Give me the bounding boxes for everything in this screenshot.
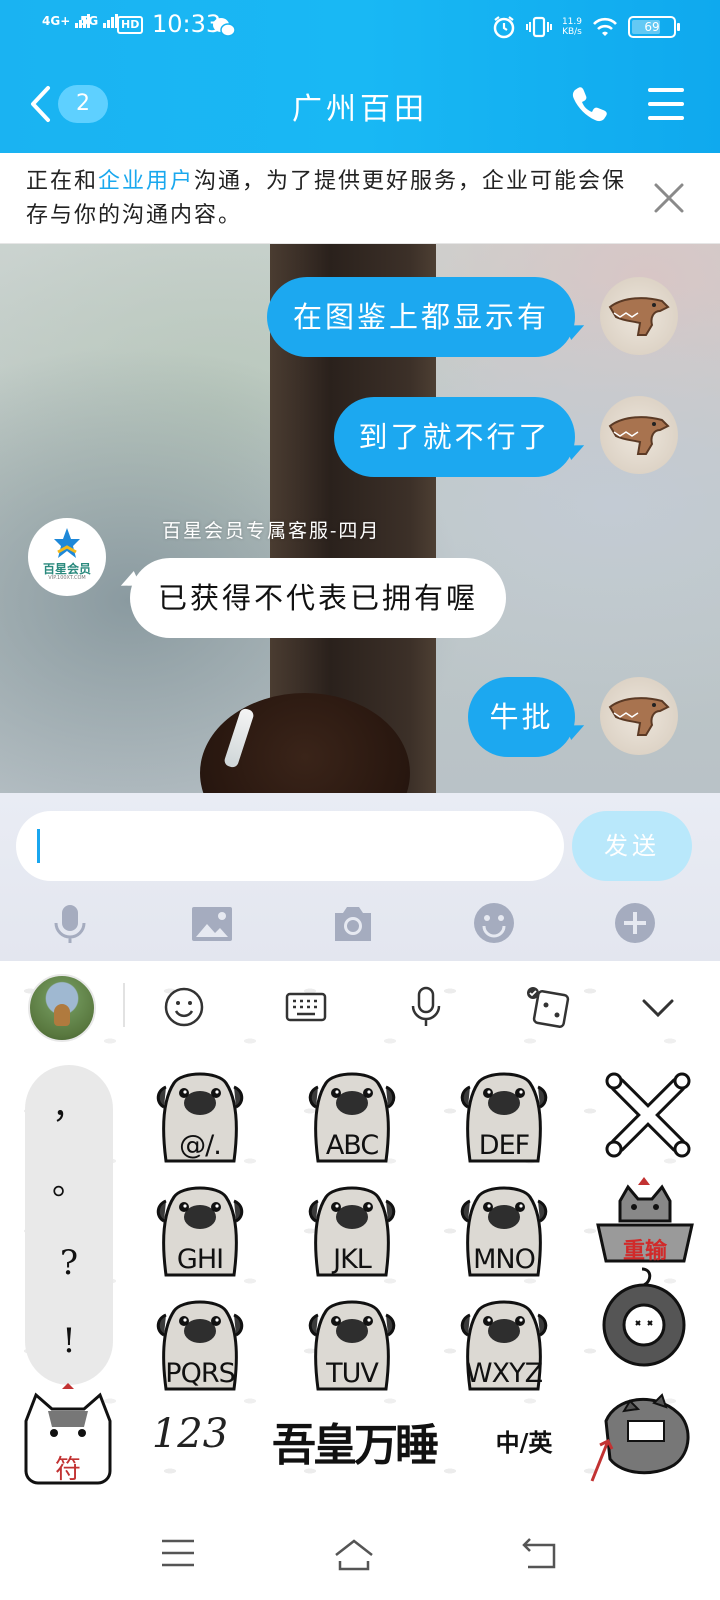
title-bar: 2 广州百田 xyxy=(0,56,720,153)
status-bar: 4G+ 5G HD 10:33 11.9 KB/s 69 xyxy=(0,0,720,56)
crocodile-drawing-icon xyxy=(608,416,670,455)
battery-level: 69 xyxy=(644,20,660,34)
t9-key-label: @/. xyxy=(179,1130,222,1161)
message-input[interactable] xyxy=(16,811,564,881)
punct-key-period[interactable]: 。 xyxy=(25,1145,113,1221)
camera-icon[interactable] xyxy=(331,901,375,945)
emoji-panel-icon[interactable] xyxy=(162,985,206,1029)
vibrate-icon xyxy=(525,16,552,38)
message-bubble-incoming[interactable]: 已获得不代表已拥有喔 xyxy=(130,558,506,638)
home-icon[interactable] xyxy=(332,1531,376,1575)
battery-indicator: 69 xyxy=(628,16,680,38)
phone-call-icon[interactable] xyxy=(568,82,612,126)
keyboard-skin-avatar[interactable] xyxy=(28,974,96,1042)
language-switch-key[interactable]: 中/英 xyxy=(484,1381,564,1491)
crocodile-drawing-icon xyxy=(608,297,670,336)
chat-area[interactable]: 正在和企业用户沟通，为了提供更好服务，企业可能会保存与你的沟通内容。 在图鉴上都… xyxy=(0,153,720,793)
signal-5g-label: 5G xyxy=(80,14,99,28)
net-speed-unit: KB/s xyxy=(562,27,582,37)
numbers-key[interactable]: 123 xyxy=(140,1381,240,1491)
t9-key[interactable]: MNO xyxy=(444,1171,564,1285)
plus-icon[interactable] xyxy=(613,901,657,945)
space-key[interactable]: 吾皇万睡 xyxy=(262,1381,446,1491)
top-bar: 4G+ 5G HD 10:33 11.9 KB/s 69 2 广州百田 xyxy=(0,0,720,153)
composer: 发送 xyxy=(0,793,720,961)
close-icon[interactable] xyxy=(652,181,686,215)
t9-key-label: GHI xyxy=(176,1244,224,1275)
crocodile-drawing-icon xyxy=(608,697,670,736)
enterprise-user-link[interactable]: 企业用户 xyxy=(98,169,194,194)
emoji-icon[interactable] xyxy=(472,901,516,945)
keyboard: ， 。 ? ! @/. ABC DEF GHI JKL MNO PQRS TUV WXYZ 重输 xyxy=(0,961,720,1505)
voice-input-icon[interactable] xyxy=(48,901,92,945)
delete-key[interactable] xyxy=(596,1057,706,1171)
t9-key[interactable]: JKL xyxy=(292,1171,412,1285)
status-clock: 10:33 xyxy=(152,10,222,38)
notice-text: 正在和企业用户沟通，为了提供更好服务，企业可能会保存与你的沟通内容。 xyxy=(26,165,646,233)
wechat-notification-icon xyxy=(213,18,236,37)
hd-voice-badge: HD xyxy=(117,16,144,34)
alarm-icon xyxy=(493,16,515,39)
my-avatar[interactable] xyxy=(600,277,678,355)
image-icon[interactable] xyxy=(190,901,234,945)
my-avatar[interactable] xyxy=(600,396,678,474)
system-nav-bar xyxy=(0,1505,720,1600)
space-label: 吾皇万睡 xyxy=(272,1420,439,1471)
punct-key-comma[interactable]: ， xyxy=(25,1069,113,1145)
keyboard-toolbar xyxy=(0,961,720,1051)
microphone-icon[interactable] xyxy=(404,985,448,1029)
wifi-icon xyxy=(593,17,617,36)
punctuation-column: ， 。 ? ! xyxy=(25,1065,113,1385)
agent-avatar[interactable]: 百星会员 VIP.100XT.COM xyxy=(28,518,106,596)
t9-key[interactable]: DEF xyxy=(444,1057,564,1171)
message-bubble-outgoing[interactable]: 到了就不行了 xyxy=(334,397,575,477)
t9-key-label: JKL xyxy=(333,1244,372,1275)
language-label: 中/英 xyxy=(495,1428,553,1457)
punct-key-exclamation[interactable]: ! xyxy=(25,1303,113,1379)
signal-4g-label: 4G+ xyxy=(42,14,71,28)
keyboard-layout-icon[interactable] xyxy=(284,985,328,1029)
symbols-key[interactable]: 符 xyxy=(18,1381,118,1491)
sticker-dice-icon[interactable] xyxy=(526,985,570,1029)
net-speed-value: 11.9 xyxy=(561,17,582,27)
t9-key-label: MNO xyxy=(473,1244,536,1275)
numbers-label: 123 xyxy=(151,1411,229,1457)
message-bubble-outgoing[interactable]: 牛批 xyxy=(468,677,575,757)
t9-key[interactable]: GHI xyxy=(140,1171,260,1285)
my-avatar[interactable] xyxy=(600,677,678,755)
message-bubble-outgoing[interactable]: 在图鉴上都显示有 xyxy=(267,277,575,357)
agent-brand-url: VIP.100XT.COM xyxy=(48,575,86,581)
symbols-label: 符 xyxy=(54,1455,81,1485)
retype-label: 重输 xyxy=(622,1238,667,1264)
bone-cross-icon xyxy=(605,1072,691,1158)
round-cat-icon xyxy=(602,1267,686,1367)
t9-key[interactable]: ABC xyxy=(292,1057,412,1171)
recent-apps-icon[interactable] xyxy=(156,1531,200,1575)
back-nav-icon[interactable] xyxy=(518,1531,562,1575)
privacy-notice: 正在和企业用户沟通，为了提供更好服务，企业可能会保存与你的沟通内容。 xyxy=(0,153,720,244)
lying-cat-enter-icon xyxy=(590,1393,690,1482)
text-caret xyxy=(37,829,40,863)
send-button[interactable]: 发送 xyxy=(572,811,692,881)
toolbar-divider xyxy=(123,983,125,1027)
signal-5g-indicator: 5G xyxy=(80,14,119,28)
t9-key-label: ABC xyxy=(325,1130,379,1161)
punct-key-question[interactable]: ? xyxy=(25,1225,113,1301)
notice-prefix: 正在和 xyxy=(26,169,99,194)
net-speed: 11.9 KB/s xyxy=(562,17,582,37)
star-logo-icon xyxy=(54,528,80,558)
cat-ball-sticker[interactable] xyxy=(596,1267,706,1381)
status-right: 11.9 KB/s 69 xyxy=(492,12,680,42)
menu-icon[interactable] xyxy=(644,82,688,126)
enter-key[interactable] xyxy=(584,1381,704,1491)
chat-title: 广州百田 xyxy=(292,92,428,127)
t9-key[interactable]: @/. xyxy=(140,1057,260,1171)
sender-name: 百星会员专属客服-四月 xyxy=(162,520,381,542)
t9-key-label: DEF xyxy=(478,1130,530,1161)
collapse-chevron-down-icon[interactable] xyxy=(636,985,680,1029)
